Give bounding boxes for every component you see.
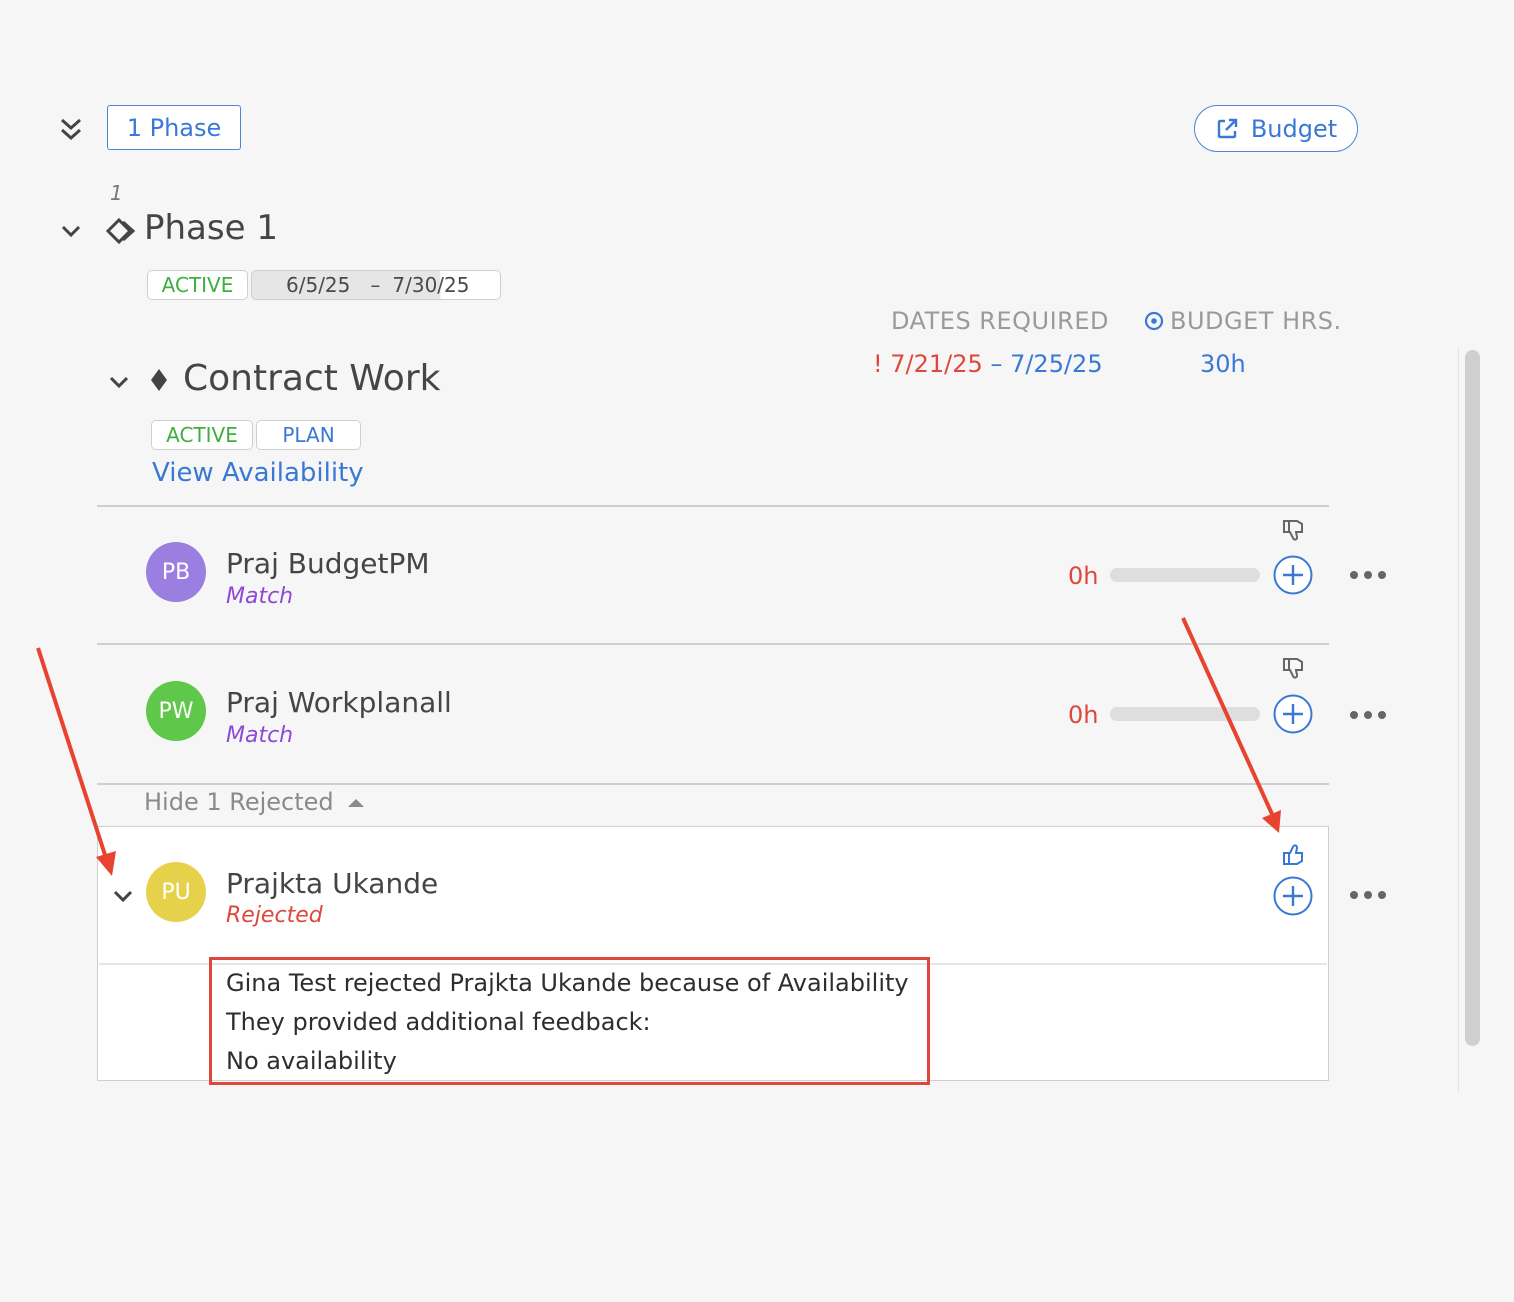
collapse-all-icon[interactable] <box>58 116 84 146</box>
budget-label: Budget <box>1250 114 1338 143</box>
hide-rejected-toggle[interactable]: Hide 1 Rejected <box>144 788 365 816</box>
phase-count-label: 1 Phase <box>126 113 222 142</box>
candidate-row[interactable]: PB Praj BudgetPM Match 0h <box>97 507 1386 643</box>
work-item-type-badge: PLAN <box>256 420 361 450</box>
required-dates[interactable]: ! 7/21/25 – 7/25/25 <box>873 350 1103 378</box>
avatar-initials: PB <box>161 559 191 585</box>
scrollbar-thumb[interactable] <box>1465 350 1480 1046</box>
rejected-candidate-status: Rejected <box>226 903 323 928</box>
phase-number: 1 <box>110 181 123 205</box>
phase-date-range[interactable]: 6/5/25 – 7/30/25 <box>251 270 501 300</box>
chevron-down-icon[interactable] <box>110 883 136 909</box>
phase-end-date: 7/30/25 <box>392 273 470 297</box>
chevron-down-icon[interactable] <box>58 218 84 244</box>
dates-required-header: DATES REQUIRED <box>891 307 1109 335</box>
avatar-initials: PU <box>161 879 191 905</box>
plus-circle-icon[interactable] <box>1273 876 1313 916</box>
required-date-separator: – <box>990 350 1003 378</box>
more-horizontal-icon[interactable] <box>1348 569 1388 581</box>
candidate-name: Praj Workplanall <box>226 686 452 719</box>
chevron-down-icon[interactable] <box>106 369 132 395</box>
work-item-status-badge: ACTIVE <box>151 420 253 450</box>
avatar: PU <box>146 862 206 922</box>
more-horizontal-icon[interactable] <box>1348 709 1388 721</box>
hide-rejected-label: Hide 1 Rejected <box>144 788 334 816</box>
rejection-reason-line: Gina Test rejected Prajkta Ukande becaus… <box>226 969 909 997</box>
phase-title: Phase 1 <box>144 208 278 248</box>
candidate-status: Match <box>226 723 294 748</box>
external-link-icon <box>1217 118 1238 138</box>
thumbs-up-icon[interactable] <box>1280 840 1308 868</box>
target-icon <box>1144 311 1164 331</box>
rejected-candidate-name: Prajkta Ukande <box>226 867 439 900</box>
hours-bar <box>1110 707 1260 721</box>
phase-count-button[interactable]: 1 Phase <box>107 105 241 150</box>
candidate-name: Praj BudgetPM <box>226 547 430 580</box>
avatar: PB <box>146 542 206 602</box>
candidate-hours: 0h <box>1068 562 1099 590</box>
thumbs-down-icon[interactable] <box>1280 655 1308 683</box>
phase-status-badge: ACTIVE <box>147 270 248 300</box>
hours-bar <box>1110 568 1260 582</box>
candidate-hours: 0h <box>1068 701 1099 729</box>
candidate-row[interactable]: PW Praj Workplanall Match 0h <box>97 645 1386 783</box>
view-availability-link[interactable]: View Availability <box>152 458 364 488</box>
plus-circle-icon[interactable] <box>1273 694 1313 734</box>
phase-start-date: 6/5/25 <box>286 273 351 297</box>
annotation-arrow <box>36 647 108 859</box>
required-end-date: 7/25/25 <box>1010 350 1103 378</box>
caret-up-icon <box>348 799 365 807</box>
budget-button[interactable]: Budget <box>1194 105 1358 152</box>
feedback-intro-line: They provided additional feedback: <box>226 1008 651 1036</box>
warning-mark: ! <box>873 350 883 378</box>
candidate-status: Match <box>226 584 294 609</box>
budget-hrs-header: BUDGET HRS. <box>1170 307 1342 335</box>
avatar-initials: PW <box>158 698 194 724</box>
budget-hours-value: 30h <box>1200 350 1246 378</box>
feedback-text-line: No availability <box>226 1047 397 1075</box>
date-separator: – <box>370 273 381 297</box>
milestone-diamond-icon <box>151 369 167 391</box>
phase-diamond-icon <box>106 218 136 244</box>
avatar: PW <box>146 681 206 741</box>
work-item-title: Contract Work <box>183 358 441 399</box>
plus-circle-icon[interactable] <box>1273 555 1313 595</box>
thumbs-down-icon[interactable] <box>1280 517 1308 545</box>
divider <box>97 783 1329 785</box>
required-start-date: 7/21/25 <box>890 350 983 378</box>
more-horizontal-icon[interactable] <box>1348 889 1388 901</box>
